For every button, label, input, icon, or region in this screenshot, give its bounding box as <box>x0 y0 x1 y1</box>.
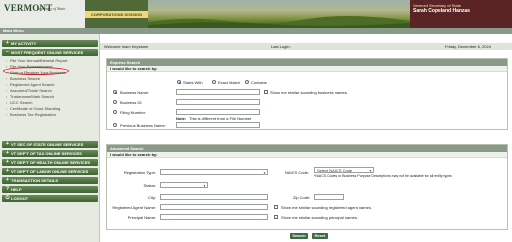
registration-type-select[interactable]: ▼ <box>160 169 268 175</box>
site-header: VERMONT Secretary of State CORPORATIONS … <box>0 0 512 28</box>
exact-match-label: Exact Match <box>218 79 241 85</box>
welcome-bar: Welcome Inam Keystone Last Login: Friday… <box>100 43 512 50</box>
sidebar-item-my-activity[interactable]: + MY ACTIVITY <box>2 40 98 47</box>
sidebar-item-labor-services[interactable]: + VT DEP'T OF LABOR ONLINE SERVICES <box>2 168 98 175</box>
business-name-input[interactable] <box>176 89 260 95</box>
principal-name-input[interactable] <box>160 214 268 220</box>
similar-names-checkbox[interactable] <box>264 90 268 94</box>
sidebar-item-tax-services[interactable]: + VT DEP'T OF TAX ONLINE SERVICES <box>2 150 98 157</box>
sub-item-tax-registration[interactable]: Business Tax Registration <box>6 112 98 117</box>
contains-radio[interactable] <box>245 80 249 84</box>
business-name-label: Business Name: <box>120 89 150 95</box>
division-banner: CORPORATIONS DIVISION <box>85 11 148 18</box>
sub-item-business-search[interactable]: Business Search <box>6 76 98 81</box>
sidebar-item-label: VT DEP'T OF TAX ONLINE SERVICES <box>11 151 82 156</box>
status-label: Status: <box>143 182 156 188</box>
filing-number-input[interactable] <box>176 109 260 115</box>
sidebar-item-label: VT DEP'T OF HEALTH ONLINE SERVICES <box>11 160 91 165</box>
previous-name-radio[interactable] <box>113 123 117 127</box>
secretary-name: Sarah Copeland Hanzas <box>413 8 470 14</box>
sidebar-item-label: VT SEC OF STATE ONLINE SERVICES <box>11 142 84 147</box>
sidebar-item-label: HELP <box>11 187 22 192</box>
previous-name-label: Previous Business Name: <box>120 122 166 128</box>
similar-names-label: Show me similar sounding business names. <box>270 89 348 95</box>
principal-similar-checkbox[interactable] <box>274 215 278 219</box>
plus-icon: + <box>6 177 9 183</box>
sidebar-item-logout[interactable]: ⏻ LOGOUT <box>2 195 98 202</box>
express-search-subtitle: I would like to search by: <box>107 66 507 72</box>
registration-type-label: Registration Type: <box>123 169 156 175</box>
zip-code-input[interactable] <box>314 194 344 200</box>
welcome-user: Welcome Inam Keystone <box>104 44 149 49</box>
zip-code-label: Zip Code: <box>293 194 311 200</box>
last-login: Last Login: <box>271 44 291 49</box>
business-name-radio[interactable] <box>113 90 117 94</box>
naics-note: *NAICS Codes or Business Purpose Descrip… <box>314 173 452 178</box>
business-id-input[interactable] <box>176 99 260 105</box>
search-button[interactable]: Search <box>290 233 308 239</box>
sub-item-ucc-search[interactable]: UCC Search <box>6 100 98 105</box>
advanced-search-title: Advanced Search <box>107 145 507 152</box>
sidebar-item-label: VT DEP'T OF LABOR ONLINE SERVICES <box>11 169 89 174</box>
question-icon: ? <box>5 186 10 192</box>
sub-item-agent-search[interactable]: Registered Agent Search <box>6 82 98 87</box>
sidebar-item-health-services[interactable]: + VT DEP'T OF HEALTH ONLINE SERVICES <box>2 159 98 166</box>
express-search-title: Express Search <box>107 59 507 66</box>
note-text: This is different from a File Number <box>189 116 252 121</box>
starts-with-label: Starts With <box>183 79 203 85</box>
filing-number-label: Filing Number: <box>120 109 147 115</box>
agent-similar-label: Show me similar sounding registered agen… <box>281 204 372 210</box>
sidebar-item-help[interactable]: ? HELP <box>2 186 98 193</box>
sidebar-item-most-frequent[interactable]: − MOST FREQUENT ONLINE SERVICES <box>2 49 98 56</box>
principal-name-label: Principal Name: <box>127 214 156 220</box>
agent-similar-checkbox[interactable] <box>274 205 278 209</box>
principal-similar-label: Show me similar sounding principal names… <box>281 214 358 220</box>
sub-item-assumed-search[interactable]: Assumed/Trade Search <box>6 88 98 93</box>
sub-item-tradename-search[interactable]: Tradename/Mark Search <box>6 94 98 99</box>
sidebar-item-label: LOGOUT <box>11 196 29 201</box>
filing-number-radio[interactable] <box>113 110 117 114</box>
sub-item-good-standing[interactable]: Certificate of Good Standing <box>6 106 98 111</box>
business-id-label: Business ID: <box>120 99 143 105</box>
previous-name-input[interactable] <box>176 122 260 128</box>
plus-icon: + <box>6 141 9 147</box>
naics-select-value: Select NAICS Code <box>317 168 353 173</box>
minus-icon: − <box>6 49 9 55</box>
note-label: Note: <box>176 116 187 121</box>
city-label: City: <box>148 194 156 200</box>
sidebar-item-sos-services[interactable]: + VT SEC OF STATE ONLINE SERVICES <box>2 141 98 148</box>
business-id-radio[interactable] <box>113 100 117 104</box>
contains-label: Contains <box>251 79 267 85</box>
sub-item-annual-report[interactable]: File Your Annual/Biennial Report <box>6 58 98 63</box>
sidebar-item-label: MOST FREQUENT ONLINE SERVICES <box>11 50 84 55</box>
city-input[interactable] <box>160 194 268 200</box>
chevron-down-icon: ▼ <box>263 171 266 175</box>
plus-icon: + <box>6 40 9 46</box>
starts-with-radio[interactable] <box>177 80 181 84</box>
agent-name-label: Registered Agent Name: <box>112 204 156 210</box>
logo-subtitle: Secretary of State <box>37 6 66 11</box>
highlight-ring <box>3 67 69 75</box>
sidebar-item-label: TRANSACTION DETAILS <box>11 178 59 183</box>
sidebar: + MY ACTIVITY − MOST FREQUENT ONLINE SER… <box>0 34 100 242</box>
status-select[interactable]: ▼ <box>160 182 208 188</box>
current-date: Friday, December 6, 2024 <box>445 44 491 49</box>
hills-illustration <box>148 15 410 28</box>
chevron-down-icon: ▼ <box>203 184 206 188</box>
exact-match-radio[interactable] <box>212 80 216 84</box>
plus-icon: + <box>6 159 9 165</box>
agent-name-input[interactable] <box>160 204 268 210</box>
logout-icon: ⏻ <box>5 195 10 201</box>
plus-icon: + <box>6 168 9 174</box>
naics-code-label: NAICS Code: <box>285 169 310 175</box>
plus-icon: + <box>6 150 9 156</box>
sidebar-item-transaction-details[interactable]: + TRANSACTION DETAILS <box>2 177 98 184</box>
advanced-search-subtitle: I would like to search by: <box>107 152 507 158</box>
naics-code-select[interactable]: Select NAICS Code ▼ <box>314 167 374 173</box>
reset-button[interactable]: Reset <box>312 233 328 239</box>
sidebar-item-label: MY ACTIVITY <box>11 41 37 46</box>
